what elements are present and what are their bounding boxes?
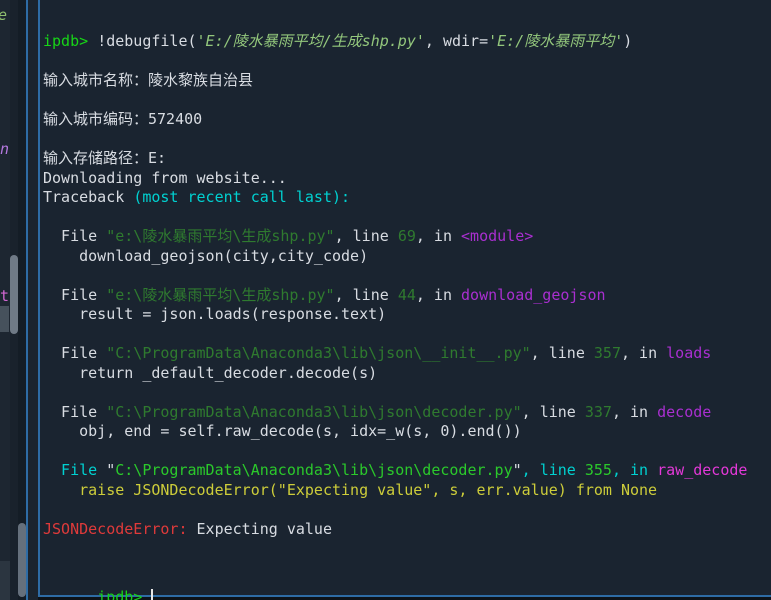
console-text-segment: "C:\ProgramData\Anaconda3\lib\json\decod… [106, 403, 521, 421]
console-line: 输入存储路径：E: [43, 149, 771, 169]
console-text-segment: "e:\陵水暴雨平均\生成shp.py" [106, 286, 334, 304]
console-text-segment: 'E:/陵水暴雨平均/生成shp.py' [197, 32, 425, 50]
console-line [43, 383, 771, 403]
console-line: raise JSONDecodeError("Expecting value",… [43, 481, 771, 501]
console-text-segment: ) [623, 32, 632, 50]
console-line: File "C:\ProgramData\Anaconda3\lib\json\… [43, 461, 771, 481]
console-text-segment: , in [612, 461, 657, 479]
console-text-segment: result = json.loads(response.text) [43, 305, 386, 323]
text-cursor [151, 589, 153, 600]
console-line: JSONDecodeError: Expecting value [43, 520, 771, 540]
console-text-segment: 44 [398, 286, 416, 304]
console-text-segment: JSONDecodeError: [43, 520, 188, 538]
console-text-segment: 69 [398, 227, 416, 245]
console-text-segment: return _default_decoder.decode(s) [43, 364, 377, 382]
console-line: 输入城市编码：572400 [43, 110, 771, 130]
console-text-segment: , line [335, 286, 398, 304]
pane-gap [28, 0, 38, 600]
console-text-segment: 'E:/陵水暴雨平均' [488, 32, 623, 50]
editor-code-fragment: e [0, 8, 7, 23]
ipython-debugger-console[interactable]: ipdb> !debugfile('E:/陵水暴雨平均/生成shp.py', w… [38, 0, 771, 597]
console-text-segment: ipdb> [43, 32, 97, 50]
console-text-segment: " [106, 461, 115, 479]
console-text-segment: 355 [585, 461, 612, 479]
console-text-segment: File [43, 227, 106, 245]
console-text-segment: decode [657, 403, 711, 421]
console-text-segment: , in [612, 403, 657, 421]
console-text-segment: File [43, 461, 106, 479]
console-line: result = json.loads(response.text) [43, 305, 771, 325]
console-output: ipdb> !debugfile('E:/陵水暴雨平均/生成shp.py', w… [43, 32, 771, 539]
console-line: File "C:\ProgramData\Anaconda3\lib\json\… [43, 403, 771, 423]
console-line: Downloading from website... [43, 169, 771, 189]
editor-bottom-box [0, 561, 10, 600]
editor-code-fragment: n [0, 142, 9, 157]
console-text-segment: , wdir= [425, 32, 488, 50]
editor-code-fragment: t [0, 289, 9, 304]
editor-gutter-box [0, 306, 9, 332]
console-text-segment: 输入城市编码：572400 [43, 110, 202, 128]
console-line [43, 266, 771, 286]
console-line: Traceback (most recent call last): [43, 188, 771, 208]
console-line: 输入城市名称：陵水黎族自治县 [43, 71, 771, 91]
console-text-segment: !debugfile( [97, 32, 196, 50]
editor-scrollbar-track[interactable] [10, 0, 18, 600]
console-line: File "e:\陵水暴雨平均\生成shp.py", line 44, in d… [43, 286, 771, 306]
console-text-segment: download_geojson [461, 286, 606, 304]
console-text-segment: Traceback [43, 188, 133, 206]
console-text-segment: 输入城市名称：陵水黎族自治县 [43, 71, 253, 89]
console-text-segment: <module> [461, 227, 533, 245]
console-text-segment: 337 [585, 403, 612, 421]
console-line [43, 325, 771, 345]
console-text-segment: , in [621, 344, 666, 362]
console-prompt-line[interactable]: ipdb> [43, 568, 771, 588]
console-text-segment: , line [335, 227, 398, 245]
console-line: ipdb> !debugfile('E:/陵水暴雨平均/生成shp.py', w… [43, 32, 771, 52]
console-text-segment: , line [522, 461, 585, 479]
ipdb-prompt: ipdb> [97, 588, 142, 600]
console-text-segment: , line [522, 403, 585, 421]
console-text-segment: 357 [594, 344, 621, 362]
editor-pane-edge: e n t [0, 0, 18, 600]
console-text-segment: raise JSONDecodeError("Expecting value",… [43, 481, 657, 499]
console-line: obj, end = self.raw_decode(s, idx=_w(s, … [43, 422, 771, 442]
editor-scrollbar-thumb[interactable] [10, 255, 18, 334]
console-text-segment: , in [416, 227, 461, 245]
console-text-segment: Downloading from website... [43, 169, 287, 187]
console-text-segment: File [43, 403, 106, 421]
console-line [43, 52, 771, 72]
pane-scrollbar-track[interactable] [18, 0, 26, 600]
console-line [43, 500, 771, 520]
console-line [43, 442, 771, 462]
console-line [43, 91, 771, 111]
console-text-segment: "C:\ProgramData\Anaconda3\lib\json\__ini… [106, 344, 530, 362]
console-text-segment: File [43, 286, 106, 304]
console-line: File "e:\陵水暴雨平均\生成shp.py", line 69, in <… [43, 227, 771, 247]
console-text-segment: obj, end = self.raw_decode(s, idx=_w(s, … [43, 422, 522, 440]
console-text-segment: C:\ProgramData\Anaconda3\lib\json\decode… [115, 461, 512, 479]
console-line [43, 208, 771, 228]
spyder-window: e n t ipdb> !debugfile('E:/陵水暴雨平均/生成shp.… [0, 0, 771, 600]
console-text-segment: 输入存储路径：E: [43, 149, 166, 167]
console-text-segment: "e:\陵水暴雨平均\生成shp.py" [106, 227, 334, 245]
console-text-segment: raw_decode [657, 461, 747, 479]
console-text-segment: (most recent call last): [133, 188, 350, 206]
console-text-segment: File [43, 344, 106, 362]
pane-scrollbar-thumb[interactable] [18, 523, 26, 597]
console-text-segment: Expecting value [188, 520, 333, 538]
console-text-segment: , in [416, 286, 461, 304]
console-text-segment: loads [666, 344, 711, 362]
console-line: return _default_decoder.decode(s) [43, 364, 771, 384]
console-text-segment: " [513, 461, 522, 479]
console-text-segment: download_geojson(city,city_code) [43, 247, 368, 265]
console-line: download_geojson(city,city_code) [43, 247, 771, 267]
console-line: File "C:\ProgramData\Anaconda3\lib\json\… [43, 344, 771, 364]
console-text-segment: , line [531, 344, 594, 362]
console-line [43, 130, 771, 150]
